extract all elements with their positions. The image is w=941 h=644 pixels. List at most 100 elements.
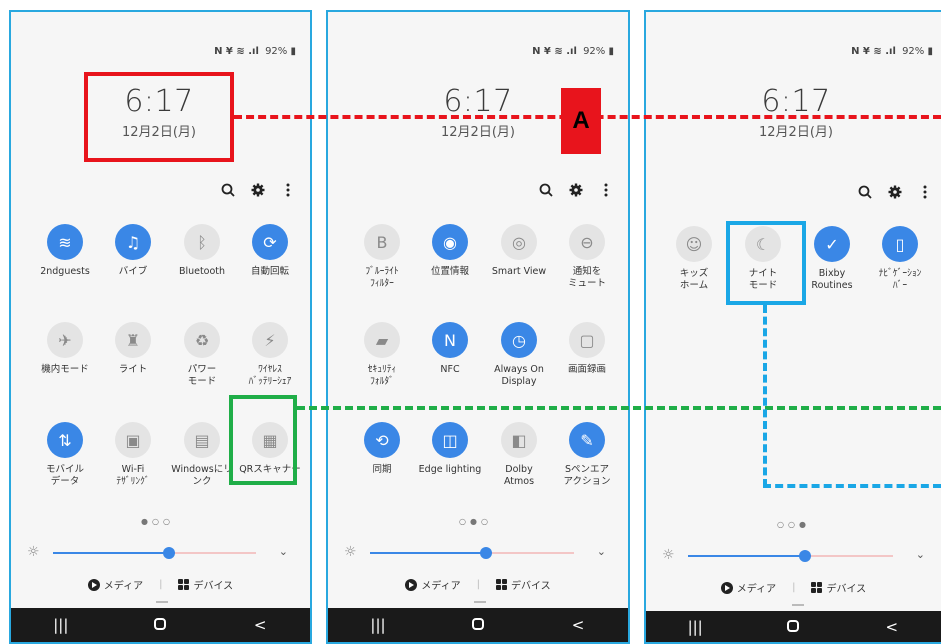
brightness-fill xyxy=(53,552,169,554)
more-options-icon[interactable] xyxy=(280,182,296,198)
devices-label: デバイス xyxy=(193,581,234,592)
play-icon xyxy=(87,578,100,591)
power-mode-icon[interactable]: ♻ xyxy=(184,322,220,358)
nfc-icon[interactable]: N xyxy=(432,322,468,358)
home-button[interactable] xyxy=(140,616,180,634)
battery-level: 92% xyxy=(583,46,606,57)
drag-handle[interactable] xyxy=(156,601,168,603)
annotation-blue-dashed-hline xyxy=(763,484,941,488)
media-button[interactable]: メディア xyxy=(87,577,143,592)
chevron-down-icon[interactable]: ⌄ xyxy=(597,545,606,558)
quick-tile[interactable]: ✎ Sペンエア アクション xyxy=(547,422,627,488)
quick-tile[interactable]: ⟳ 自動回転 xyxy=(230,224,310,278)
battery-icon: ▮ xyxy=(608,46,614,57)
recents-button[interactable]: ||| xyxy=(358,616,398,634)
chevron-down-icon[interactable]: ⌄ xyxy=(916,548,925,561)
media-button[interactable]: メディア xyxy=(405,577,461,592)
dolby-icon[interactable]: ◧ xyxy=(501,422,537,458)
devices-icon xyxy=(811,582,823,593)
brightness-track[interactable] xyxy=(53,547,256,559)
more-options-icon[interactable] xyxy=(598,182,614,198)
sync-icon[interactable]: ⟲ xyxy=(364,422,400,458)
recents-button[interactable]: ||| xyxy=(675,618,715,636)
drag-handle[interactable] xyxy=(474,601,486,603)
mute-icon[interactable]: ⊖ xyxy=(569,224,605,260)
link-windows-icon[interactable]: ▤ xyxy=(184,422,220,458)
devices-button[interactable]: デバイス xyxy=(178,577,233,592)
quick-tile[interactable]: ◉ 位置情報 xyxy=(410,224,490,278)
brightness-icon: ☼ xyxy=(344,544,357,560)
brightness-track[interactable] xyxy=(370,547,574,559)
nav-bar-icon[interactable]: ▯ xyxy=(882,226,918,262)
blue-light-icon[interactable]: B xyxy=(364,224,400,260)
gear-icon[interactable] xyxy=(887,184,903,200)
brightness-knob[interactable] xyxy=(798,550,811,562)
screen-record-icon[interactable]: ▢ xyxy=(569,322,605,358)
media-button[interactable]: メディア xyxy=(720,580,777,595)
tethering-icon[interactable]: ▣ xyxy=(115,422,151,458)
search-icon[interactable] xyxy=(857,184,873,200)
brightness-slider[interactable]: ☼ ⌄ xyxy=(662,546,933,566)
edge-lighting-icon[interactable]: ◫ xyxy=(432,422,468,458)
recents-button[interactable]: ||| xyxy=(41,616,81,634)
media-label: メディア xyxy=(736,584,777,595)
bluetooth-icon[interactable]: ᛒ xyxy=(184,224,220,260)
brightness-track[interactable] xyxy=(688,550,893,562)
gear-icon[interactable] xyxy=(250,182,266,198)
drag-handle[interactable] xyxy=(792,604,804,606)
brightness-fill xyxy=(370,552,487,554)
more-options-icon[interactable] xyxy=(917,184,933,200)
quick-tile[interactable]: ▯ ﾅﾋﾞｹﾞｰｼｮﾝ ﾊﾞｰ xyxy=(860,226,940,292)
back-button[interactable]: < xyxy=(558,616,598,634)
gear-icon[interactable] xyxy=(568,182,584,198)
secure-folder-icon[interactable]: ▰ xyxy=(364,322,400,358)
search-icon[interactable] xyxy=(538,182,554,198)
quick-tile[interactable]: ⚡ ﾜｲﾔﾚｽ ﾊﾞｯﾃﾘｰｼｪｱ xyxy=(230,322,310,388)
divider: | xyxy=(159,579,163,590)
airplane-icon[interactable]: ✈ xyxy=(47,322,83,358)
brightness-knob[interactable] xyxy=(162,547,175,559)
quick-tile-label: 位置情報 xyxy=(430,266,469,277)
devices-button[interactable]: デバイス xyxy=(811,580,866,595)
wifi-icon[interactable]: ≋ xyxy=(47,224,83,260)
home-button[interactable] xyxy=(773,618,813,636)
brightness-slider[interactable]: ☼ ⌄ xyxy=(27,543,296,563)
quick-tile[interactable]: ⊖ 通知を ミュート xyxy=(547,224,627,290)
brightness-icon: ☼ xyxy=(27,544,40,560)
quick-tile[interactable]: ◫ Edge lighting xyxy=(410,422,490,476)
back-button[interactable]: < xyxy=(872,618,912,636)
chevron-down-icon[interactable]: ⌄ xyxy=(279,545,288,558)
annotation-qr-highlight xyxy=(229,395,297,485)
page-indicator: ●○○ xyxy=(141,517,174,526)
spen-icon[interactable]: ✎ xyxy=(569,422,605,458)
back-button[interactable]: < xyxy=(240,616,280,634)
annotation-blue-dashed-vline xyxy=(763,305,767,487)
quick-tile[interactable]: ♜ ライト xyxy=(93,322,173,376)
brightness-slider[interactable]: ☼ ⌄ xyxy=(344,543,614,563)
smart-view-icon[interactable]: ◎ xyxy=(501,224,537,260)
kids-home-icon[interactable]: ☺ xyxy=(676,226,712,262)
home-button[interactable] xyxy=(458,616,498,634)
quick-tile[interactable]: ▢ 画面録画 xyxy=(547,322,627,376)
vibrate-icon[interactable]: ♫ xyxy=(115,224,151,260)
bixby-icon[interactable]: ✓ xyxy=(814,226,850,262)
battery-icon: ▮ xyxy=(927,46,933,57)
location-icon[interactable]: ◉ xyxy=(432,224,468,260)
quick-tile[interactable]: N NFC xyxy=(410,322,490,376)
clock-time: 6:17 xyxy=(761,84,831,119)
brightness-fill xyxy=(688,555,805,557)
wireless-share-icon[interactable]: ⚡ xyxy=(252,322,288,358)
search-icon[interactable] xyxy=(220,182,236,198)
devices-button[interactable]: デバイス xyxy=(495,577,551,592)
flashlight-icon[interactable]: ♜ xyxy=(115,322,151,358)
quick-tile-label: バイブ xyxy=(118,266,148,277)
quick-tile[interactable]: ☺ キッズ ホーム xyxy=(654,226,734,292)
media-devices-row: メディア | デバイス xyxy=(328,577,628,592)
quick-tile[interactable]: ♫ バイブ xyxy=(93,224,173,278)
aod-icon[interactable]: ◷ xyxy=(501,322,537,358)
brightness-knob[interactable] xyxy=(480,547,493,559)
panel-toolbar xyxy=(220,182,296,198)
quick-tile[interactable]: ▣ Wi-Fi ﾃｻﾞﾘﾝｸﾞ xyxy=(93,422,173,488)
mobile-data-icon[interactable]: ⇅ xyxy=(47,422,83,458)
auto-rotate-icon[interactable]: ⟳ xyxy=(252,224,288,260)
